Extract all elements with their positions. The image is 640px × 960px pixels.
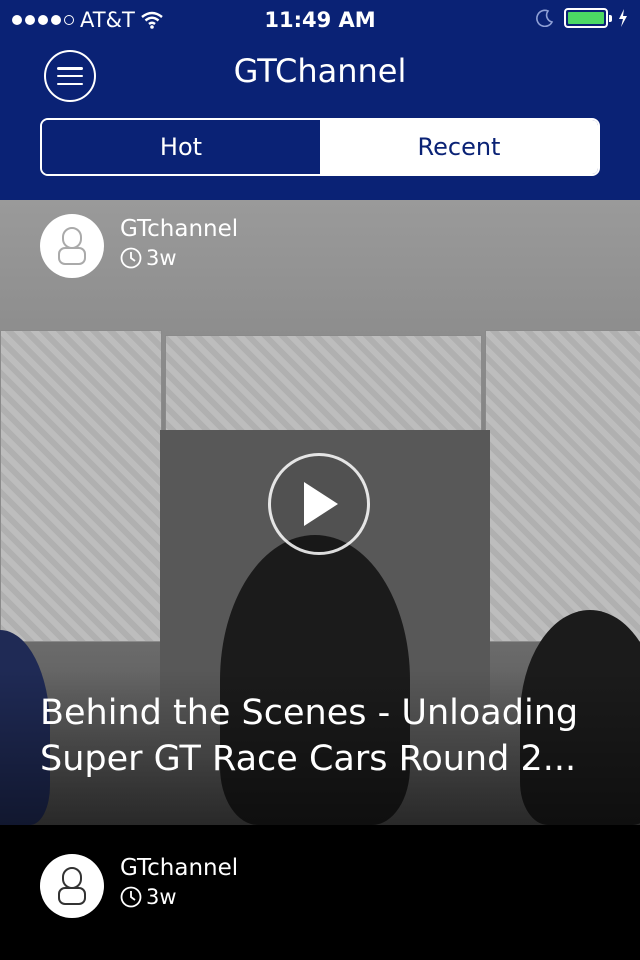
status-bar: AT&T 11:49 AM <box>0 0 640 40</box>
user-icon <box>58 227 86 265</box>
next-feed-item[interactable]: GTchannel 3w <box>0 825 640 960</box>
right-ramp-image <box>485 330 640 642</box>
tab-hot[interactable]: Hot <box>42 120 320 174</box>
author-name[interactable]: GTchannel <box>120 216 238 242</box>
left-ramp-image <box>0 330 162 642</box>
tab-recent[interactable]: Recent <box>320 120 598 174</box>
play-button[interactable] <box>268 453 370 555</box>
clock-icon <box>120 886 142 908</box>
do-not-disturb-moon-icon <box>536 9 554 27</box>
author-name[interactable]: GTchannel <box>120 855 238 881</box>
page-title: GTChannel <box>233 52 407 90</box>
post-age-label: 3w <box>146 885 177 909</box>
post-age-label: 3w <box>146 246 177 270</box>
user-icon <box>58 867 86 905</box>
video-title[interactable]: Behind the Scenes - Unloading Super GT R… <box>40 690 620 782</box>
post-age: 3w <box>120 246 177 270</box>
clock-icon <box>120 247 142 269</box>
center-ramp-image <box>165 335 482 437</box>
avatar[interactable] <box>40 214 104 278</box>
feed-segmented-control: Hot Recent <box>40 118 600 176</box>
video-card[interactable]: GTchannel 3w Behind the Scenes - Unloadi… <box>0 200 640 825</box>
avatar[interactable] <box>40 854 104 918</box>
charging-bolt-icon <box>619 9 627 27</box>
battery-icon <box>564 8 612 28</box>
app-header: AT&T 11:49 AM GTChannel Hot Recent <box>0 0 640 200</box>
play-icon <box>304 482 338 526</box>
post-age: 3w <box>120 885 177 909</box>
